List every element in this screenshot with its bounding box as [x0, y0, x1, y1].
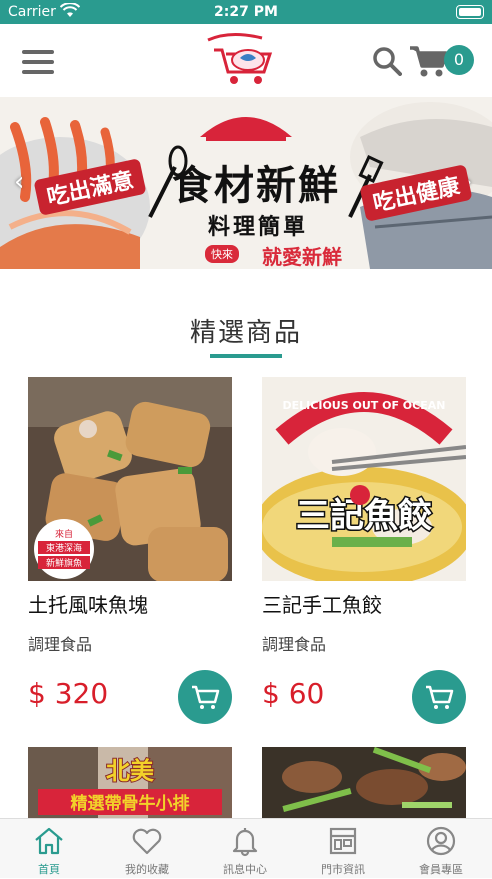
product-price: $ 320: [28, 677, 109, 710]
product-name[interactable]: 三記手工魚餃: [262, 589, 382, 618]
add-to-cart-button[interactable]: [178, 670, 232, 724]
product-card[interactable]: DELICIOUS OUT OF OCEAN 三記魚餃 三記手工魚餃 調理食品 …: [262, 377, 466, 727]
banner-prev-icon[interactable]: ‹: [14, 167, 24, 197]
section-underline: [210, 354, 282, 358]
status-time: 2:27 PM: [214, 4, 278, 20]
tab-label: 會員專區: [419, 863, 463, 876]
tab-label: 首頁: [38, 863, 60, 876]
cart-count-badge[interactable]: 0: [444, 45, 474, 75]
product-category: 調理食品: [28, 635, 93, 654]
add-to-cart-button[interactable]: [412, 670, 466, 724]
menu-icon[interactable]: [22, 50, 54, 76]
tab-label: 我的收藏: [125, 863, 169, 876]
logo[interactable]: [200, 28, 290, 94]
banner-subtitle: 料理簡單: [208, 214, 309, 240]
home-icon: [35, 827, 63, 855]
cart-plus-icon: [426, 685, 454, 709]
product-card[interactable]: 來自 東港深海 新鮮旗魚 土托風味魚塊 調理食品 $ 320: [28, 377, 232, 727]
promo-banner[interactable]: ‹ › 食材新鮮 料理簡單 快來 就愛新鮮 吃出滿意 吃出健康: [0, 97, 492, 269]
search-icon[interactable]: [372, 46, 402, 76]
bell-icon: [232, 828, 258, 857]
app-header: 0: [0, 24, 492, 98]
tab-home[interactable]: 首頁: [0, 819, 98, 879]
store-icon: [329, 827, 357, 855]
banner-title: 食材新鮮: [172, 162, 340, 209]
svg-text:精選帶骨牛小排: 精選帶骨牛小排: [71, 793, 190, 814]
status-bar: Carrier 2:27 PM: [0, 0, 492, 24]
svg-text:北美: 北美: [106, 757, 154, 785]
svg-text:來自: 來自: [55, 528, 73, 540]
product-image[interactable]: [262, 747, 466, 818]
svg-text:東港深海: 東港深海: [46, 542, 82, 554]
tab-member[interactable]: 會員專區: [392, 819, 490, 879]
battery-icon: [456, 5, 484, 19]
banner-tagline: 就愛新鮮: [262, 245, 342, 269]
product-image[interactable]: 來自 東港深海 新鮮旗魚: [28, 377, 232, 581]
tab-messages[interactable]: 訊息中心: [196, 819, 294, 879]
user-icon: [426, 826, 456, 856]
product-price: $ 60: [262, 677, 325, 710]
product-name[interactable]: 土托風味魚塊: [28, 589, 148, 618]
product-category: 調理食品: [262, 635, 327, 654]
bottom-tab-bar: 首頁 我的收藏 訊息中心 門市資訊 會員專區: [0, 818, 492, 878]
svg-text:新鮮旗魚: 新鮮旗魚: [46, 557, 82, 569]
product-image[interactable]: DELICIOUS OUT OF OCEAN 三記魚餃: [262, 377, 466, 581]
section-title: 精選商品: [189, 318, 302, 348]
cart-icon[interactable]: [408, 44, 448, 78]
product-image[interactable]: 北美 精選帶骨牛小排: [28, 747, 232, 818]
tab-label: 訊息中心: [223, 863, 267, 876]
banner-small-tag: 快來: [205, 245, 239, 263]
tab-stores[interactable]: 門市資訊: [294, 819, 392, 879]
tab-label: 門市資訊: [321, 863, 365, 876]
heart-icon: [132, 828, 162, 855]
cart-plus-icon: [192, 685, 220, 709]
tab-favorites[interactable]: 我的收藏: [98, 819, 196, 879]
svg-text:DELICIOUS OUT OF OCEAN: DELICIOUS OUT OF OCEAN: [283, 399, 446, 412]
